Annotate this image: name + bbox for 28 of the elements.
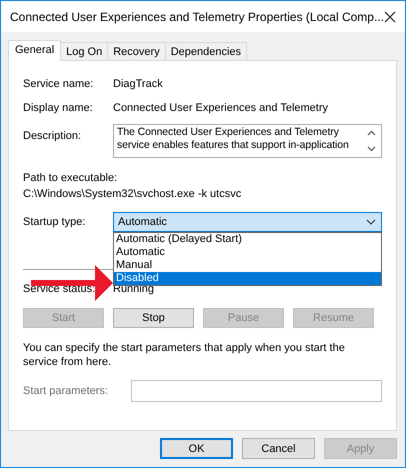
dialog-button[interactable]: OK: [160, 438, 233, 459]
tab[interactable]: Dependencies: [164, 42, 248, 60]
tab[interactable]: General: [8, 40, 62, 61]
dropdown-option[interactable]: Disabled: [114, 272, 381, 285]
field-label: Description:: [23, 130, 82, 142]
dropdown-option[interactable]: Automatic (Delayed Start): [114, 233, 381, 246]
field-label: Start parameters:: [23, 385, 108, 397]
field-label: Display name:: [23, 102, 93, 114]
startup-type-dropdown[interactable]: Automatic: [113, 212, 382, 232]
hint-text: You can specify the start parameters that apply when you start the service from here.: [23, 341, 346, 369]
close-icon[interactable]: [384, 10, 396, 22]
chevron-down-icon[interactable]: [366, 219, 376, 225]
dialog-button[interactable]: Cancel: [242, 438, 315, 459]
window-title: Connected User Experiences and Telemetry Properties (Local Comp...: [10, 10, 384, 24]
field-label: Path to executable:: [23, 171, 118, 186]
field-value: DiagTrack: [113, 78, 164, 90]
tab[interactable]: Log On: [60, 42, 108, 60]
tab[interactable]: Recovery: [107, 42, 166, 60]
field-label: Service name:: [23, 78, 94, 90]
dropdown-option[interactable]: Manual: [114, 259, 381, 272]
scroll-arrows-icon[interactable]: [367, 129, 376, 153]
field-label: Startup type:: [23, 216, 86, 228]
description-box[interactable]: The Connected User Experiences and Telemetry service enables features that support in-application: [113, 124, 382, 158]
field-label: Service status:: [23, 283, 96, 295]
field-value: Connected User Experiences and Telemetry: [113, 102, 330, 114]
service-button[interactable]: Stop: [113, 308, 194, 328]
field-value: C:\Windows\System32\svchost.exe -k utcsvc: [23, 187, 242, 202]
dropdown-option[interactable]: Automatic: [114, 246, 381, 259]
